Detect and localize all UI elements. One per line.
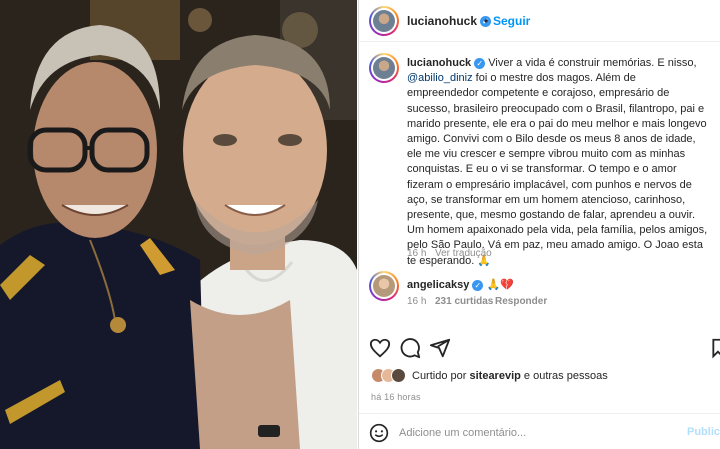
author-avatar[interactable] — [369, 6, 399, 36]
caption-avatar[interactable] — [369, 53, 399, 83]
see-translation-link[interactable]: Ver tradução — [435, 248, 492, 259]
publish-button[interactable]: Publicar — [687, 426, 720, 438]
comment-line: angelicaksy ✓ 🙏💔 — [407, 278, 514, 291]
comment-input[interactable] — [399, 424, 669, 442]
add-comment-bar: Publicar — [359, 413, 720, 449]
post-panel: lucianohuck ✓ • Seguir lucianohuck ✓ Viver… — [358, 0, 720, 449]
comment-text: 🙏💔 — [486, 279, 514, 291]
caption-username[interactable]: lucianohuck — [407, 57, 471, 69]
separator-dot: • — [484, 14, 489, 28]
verified-icon: ✓ — [472, 279, 484, 291]
post-photo[interactable] — [0, 0, 357, 449]
liked-by-suffix[interactable]: e outras pessoas — [524, 370, 608, 382]
caption-body: foi o mestre dos magos. Além de empreend… — [407, 72, 708, 267]
bookmark-icon[interactable] — [711, 337, 720, 359]
emoji-icon[interactable] — [369, 423, 389, 443]
post-header: lucianohuck ✓ • Seguir — [359, 0, 720, 42]
post-timestamp[interactable]: há 16 horas — [371, 392, 421, 402]
author-username[interactable]: lucianohuck ✓ — [407, 14, 492, 28]
comment-icon[interactable] — [399, 337, 421, 359]
reply-button[interactable]: Responder — [495, 296, 547, 307]
heart-icon[interactable] — [369, 337, 391, 359]
liked-by-row: Curtido por sitearevip e outras pessoas — [359, 368, 720, 388]
liked-by-user[interactable]: sitearevip — [469, 370, 520, 382]
comment-likes[interactable]: 231 curtidas — [435, 296, 493, 307]
comment-time: 16 h — [407, 296, 427, 307]
caption-time: 16 h — [407, 248, 427, 259]
selfie-illustration — [0, 0, 357, 449]
commenter-avatar[interactable] — [369, 271, 399, 301]
mention-link[interactable]: @abilio_diniz — [407, 72, 473, 84]
action-bar — [359, 331, 720, 361]
follow-button[interactable]: Seguir — [493, 14, 530, 28]
liker-avatar — [391, 368, 406, 383]
liked-by-text: Curtido por sitearevip e outras pessoas — [412, 370, 608, 382]
liked-by-prefix: Curtido por — [412, 370, 467, 382]
author-username-text[interactable]: lucianohuck — [407, 14, 477, 28]
verified-icon: ✓ — [474, 57, 486, 69]
commenter-username[interactable]: angelicaksy — [407, 279, 469, 291]
share-icon[interactable] — [429, 337, 451, 359]
caption-text: lucianohuck ✓ Viver a vida é construir me… — [407, 56, 709, 269]
comments-area: lucianohuck ✓ Viver a vida é construir me… — [359, 43, 720, 331]
caption-intro: Viver a vida é construir memórias. E nis… — [488, 57, 697, 69]
